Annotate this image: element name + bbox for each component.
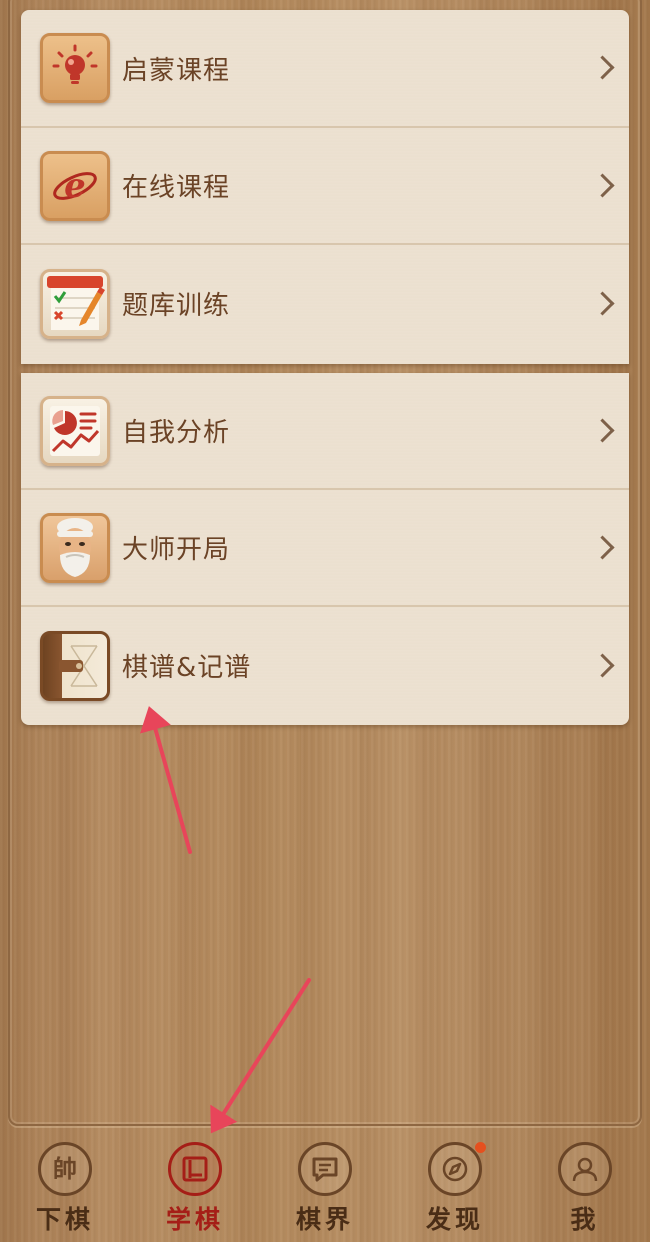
tab-discover[interactable]: 发现 xyxy=(390,1128,520,1242)
checklist-pencil-icon xyxy=(40,268,110,339)
chevron-right-icon xyxy=(590,55,615,80)
menu-item-self-analysis[interactable]: 自我分析 xyxy=(21,373,629,490)
chat-bubble-icon xyxy=(298,1142,352,1196)
menu-item-label: 自我分析 xyxy=(122,418,231,448)
menu-item-chess-record[interactable]: 棋谱&记谱 xyxy=(21,607,629,724)
tab-community[interactable]: 棋界 xyxy=(260,1128,390,1242)
chevron-right-icon xyxy=(590,652,615,678)
notification-badge xyxy=(475,1142,486,1153)
tab-label: 发现 xyxy=(425,1205,484,1234)
chevron-right-icon xyxy=(590,417,615,443)
menu-item-online-course[interactable]: e 在线课程 xyxy=(21,128,629,245)
tab-learn[interactable]: 学棋 xyxy=(130,1128,260,1242)
lightbulb-icon xyxy=(40,33,110,103)
book-icon xyxy=(168,1142,222,1196)
user-profile-icon xyxy=(558,1142,612,1196)
tab-label: 我 xyxy=(570,1205,600,1234)
menu-card-secondary: 自我分析 大师开局 棋谱&记谱 xyxy=(21,373,629,725)
analysis-chart-icon xyxy=(40,395,110,466)
menu-item-enlightenment-course[interactable]: 启蒙课程 xyxy=(21,10,629,128)
bottom-tab-bar: 帥 下棋 学棋 棋界 发现 我 xyxy=(0,1128,650,1242)
menu-card-primary: 启蒙课程 e 在线课程 题库训练 xyxy=(21,10,629,364)
tab-play[interactable]: 帥 下棋 xyxy=(0,1128,130,1242)
tab-me[interactable]: 我 xyxy=(520,1128,650,1242)
menu-item-label: 启蒙课程 xyxy=(122,55,231,86)
menu-item-label: 题库训练 xyxy=(122,291,231,321)
tab-label: 棋界 xyxy=(295,1205,354,1234)
menu-item-master-opening[interactable]: 大师开局 xyxy=(21,490,629,607)
tab-label: 学棋 xyxy=(165,1205,224,1234)
notebook-icon xyxy=(40,630,110,701)
master-avatar-icon xyxy=(40,512,110,583)
browser-e-icon: e xyxy=(40,150,110,221)
tab-label: 下棋 xyxy=(35,1205,94,1234)
chevron-right-icon xyxy=(590,534,615,560)
compass-icon xyxy=(428,1142,482,1196)
chess-piece-icon: 帥 xyxy=(38,1142,92,1196)
chevron-right-icon xyxy=(590,290,615,316)
menu-item-question-bank[interactable]: 题库训练 xyxy=(21,245,629,362)
menu-item-label: 大师开局 xyxy=(122,535,231,565)
menu-item-label: 棋谱&记谱 xyxy=(122,653,252,683)
menu-item-label: 在线课程 xyxy=(122,173,231,203)
chess-piece-glyph: 帥 xyxy=(53,1154,77,1183)
chevron-right-icon xyxy=(590,172,615,198)
svg-text:e: e xyxy=(64,166,86,206)
